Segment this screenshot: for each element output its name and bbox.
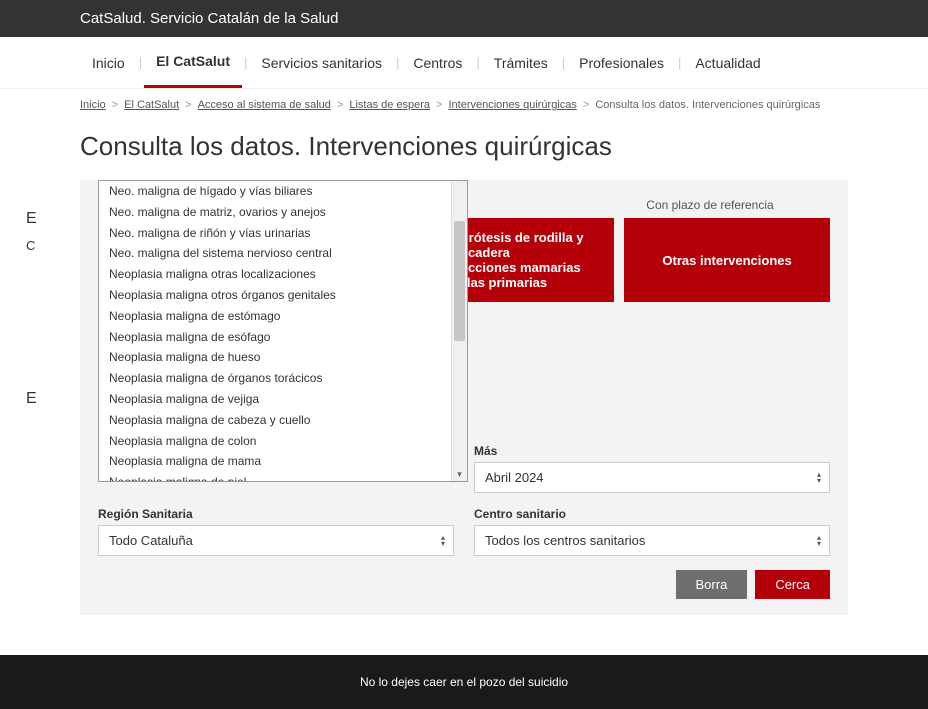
intervention-dropdown-list[interactable]: Neo. maligna de hígado y vías biliaresNe… [98, 180, 468, 482]
centro-label: Centro sanitario [474, 507, 830, 521]
header-bar: CatSalud. Servicio Catalán de la Salud [0, 0, 928, 37]
dropdown-option[interactable]: Neoplasia maligna de mama [99, 451, 451, 472]
dropdown-scrollbar[interactable]: ▾ [451, 181, 467, 481]
dropdown-option[interactable]: Neoplasia maligna de cabeza y cuello [99, 410, 451, 431]
region-select[interactable]: Todo Cataluña ▴▾ [98, 525, 454, 556]
scrollbar-thumb[interactable] [454, 221, 465, 341]
caret-icon: ▴▾ [817, 535, 821, 547]
scrollbar-down-arrow[interactable]: ▾ [452, 467, 467, 481]
tabs-header-right: Con plazo de referencia [590, 198, 830, 212]
breadcrumb-link[interactable]: Inicio [80, 99, 106, 111]
caret-icon: ▴▾ [441, 535, 445, 547]
breadcrumb-current: Consulta los datos. Intervenciones quirú… [595, 99, 820, 111]
footer-message: No lo dejes caer en el pozo del suicidio [360, 675, 568, 689]
nav-separator: | [242, 55, 249, 70]
partial-label-e2: E [26, 390, 37, 408]
dropdown-option[interactable]: Neoplasia maligna de vejiga [99, 389, 451, 410]
footer-bar: No lo dejes caer en el pozo del suicidio [0, 655, 928, 709]
clear-button[interactable]: Borra [676, 570, 748, 599]
partial-label-e: E [26, 210, 37, 228]
nav-item-centros[interactable]: Centros [401, 39, 474, 87]
dropdown-option[interactable]: Neoplasia maligna otros órganos genitale… [99, 285, 451, 306]
nav-separator: | [676, 55, 683, 70]
dropdown-option[interactable]: Neoplasia maligna otras localizaciones [99, 264, 451, 285]
page-title: Consulta los datos. Intervenciones quirú… [80, 131, 848, 162]
breadcrumb-link[interactable]: El CatSalut [124, 99, 179, 111]
nav-separator: | [560, 55, 567, 70]
dropdown-option[interactable]: Neoplasia maligna de piel [99, 472, 451, 481]
dropdown-option[interactable]: Neoplasia maligna de hueso [99, 347, 451, 368]
nav-item-trámites[interactable]: Trámites [482, 39, 560, 87]
breadcrumb-link[interactable]: Intervenciones quirúrgicas [448, 99, 576, 111]
centro-select[interactable]: Todos los centros sanitarios ▴▾ [474, 525, 830, 556]
nav-item-el-catsalut[interactable]: El CatSalut [144, 37, 242, 88]
region-label: Región Sanitaria [98, 507, 454, 521]
nav-item-inicio[interactable]: Inicio [80, 39, 137, 87]
site-title: CatSalud. Servicio Catalán de la Salud [80, 10, 339, 27]
search-button[interactable]: Cerca [755, 570, 830, 599]
nav-item-profesionales[interactable]: Profesionales [567, 39, 676, 87]
dropdown-option[interactable]: Neo. maligna de riñón y vías urinarias [99, 223, 451, 244]
mas-label: Más [474, 444, 830, 458]
tab-other-interventions[interactable]: Otras intervenciones [624, 218, 830, 302]
breadcrumb: Inicio>El CatSalut>Acceso al sistema de … [80, 89, 848, 121]
dropdown-option[interactable]: Neoplasia maligna de esófago [99, 327, 451, 348]
nav-separator: | [137, 55, 144, 70]
dropdown-option[interactable]: Neoplasia maligna de órganos torácicos [99, 368, 451, 389]
dropdown-option[interactable]: Neo. maligna de hígado y vías biliares [99, 181, 451, 202]
main-nav: Inicio|El CatSalut|Servicios sanitarios|… [0, 37, 928, 89]
nav-separator: | [394, 55, 401, 70]
nav-item-actualidad[interactable]: Actualidad [683, 39, 772, 87]
breadcrumb-link[interactable]: Acceso al sistema de salud [198, 99, 331, 111]
breadcrumb-link[interactable]: Listas de espera [349, 99, 430, 111]
dropdown-option[interactable]: Neoplasia maligna de colon [99, 431, 451, 452]
dropdown-option[interactable]: Neoplasia maligna de estómago [99, 306, 451, 327]
caret-icon: ▴▾ [817, 472, 821, 484]
nav-separator: | [474, 55, 481, 70]
nav-item-servicios-sanitarios[interactable]: Servicios sanitarios [249, 39, 394, 87]
mas-select[interactable]: Abril 2024 ▴▾ [474, 462, 830, 493]
filters-panel: Neo. maligna de hígado y vías biliaresNe… [80, 180, 848, 615]
dropdown-option[interactable]: Neo. maligna de matriz, ovarios y anejos [99, 202, 451, 223]
dropdown-option[interactable]: Neo. maligna del sistema nervioso centra… [99, 243, 451, 264]
partial-label-c: C [26, 238, 35, 253]
